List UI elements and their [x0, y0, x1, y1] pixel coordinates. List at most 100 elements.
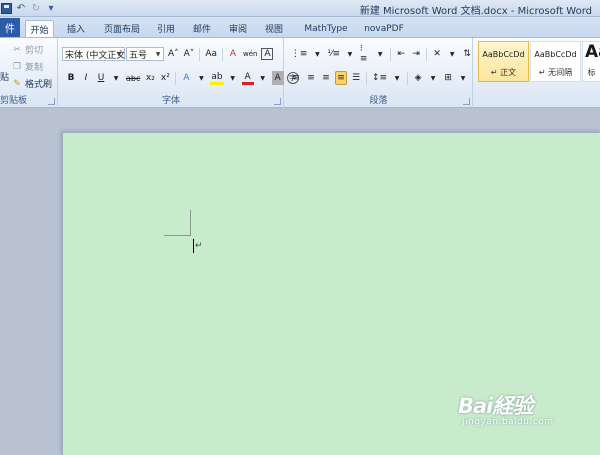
paragraph-row-2: ≡ ≡ ≡ ≡ ☰ ↕≡ ▼ ◈ ▼ ⊞ ▼: [290, 71, 469, 85]
cut-button[interactable]: ✂ 剪切: [12, 43, 44, 57]
brush-icon: ✎: [13, 78, 21, 89]
chinese-layout-icon[interactable]: ✕: [431, 47, 443, 61]
window-title: 新建 Microsoft Word 文档.docx - Microsoft Wo…: [359, 6, 592, 17]
watermark-logo: Bai経验: [458, 394, 533, 418]
style-sample: Aa: [585, 42, 600, 62]
bullets-icon[interactable]: ⋮≡: [290, 47, 308, 61]
chevron-down-icon[interactable]: ▼: [195, 71, 207, 85]
increase-indent-icon[interactable]: ⇥: [410, 47, 422, 61]
change-case-button[interactable]: Aa: [204, 47, 218, 61]
superscript-button[interactable]: x²: [159, 71, 171, 85]
text-effects-icon[interactable]: A: [180, 71, 192, 85]
format-painter-button[interactable]: ✎ 格式刷: [12, 77, 53, 91]
tab-mathtype[interactable]: MathType: [298, 20, 354, 37]
tab-mailings[interactable]: 邮件: [188, 20, 216, 37]
italic-button[interactable]: I: [80, 71, 92, 85]
quick-access-toolbar: ↶ ↻ ▾: [0, 1, 57, 16]
font-group-label: 字体: [161, 96, 180, 106]
redo-icon[interactable]: ↻: [30, 3, 42, 15]
chevron-down-icon[interactable]: ▼: [427, 71, 439, 85]
chevron-down-icon[interactable]: ▼: [227, 71, 239, 85]
paragraph-launcher-icon[interactable]: [463, 98, 470, 105]
font-group: 宋体 (中文正文 ▼ 五号 ▼ A˄ A˅ Aa A wén A B I U ▼…: [59, 38, 299, 108]
copy-button[interactable]: ❐ 复制: [12, 60, 44, 74]
shrink-font-icon[interactable]: A˅: [183, 47, 196, 61]
paste-label: 贴: [0, 73, 10, 83]
multilevel-list-icon[interactable]: ⁝≡: [359, 44, 371, 64]
paragraph-mark: ↵: [195, 241, 203, 251]
cut-label: 剪切: [25, 46, 44, 56]
tab-insert[interactable]: 插入: [62, 20, 90, 37]
align-left-icon[interactable]: ≡: [290, 71, 302, 85]
font-color-icon[interactable]: A: [241, 72, 254, 85]
font-size-combo[interactable]: 五号 ▼: [126, 47, 164, 61]
undo-icon[interactable]: ↶: [15, 3, 27, 15]
borders-icon[interactable]: ⊞: [442, 71, 454, 85]
tab-references[interactable]: 引用: [152, 20, 180, 37]
character-shading-icon[interactable]: A: [271, 71, 284, 85]
chevron-down-icon: ▼: [116, 50, 122, 58]
copy-label: 复制: [25, 63, 44, 73]
sort-icon[interactable]: ⇅: [461, 47, 473, 61]
font-row-2: B I U ▼ abc x₂ x² A ▼ ab ▼ A ▼ A 字: [65, 71, 299, 85]
margin-crop-mark: [190, 210, 191, 236]
font-launcher-icon[interactable]: [274, 98, 281, 105]
chevron-down-icon[interactable]: ▼: [391, 71, 403, 85]
phonetic-guide-icon[interactable]: wén: [242, 47, 258, 61]
tab-view[interactable]: 视图: [260, 20, 288, 37]
font-name-combo[interactable]: 宋体 (中文正文 ▼: [62, 47, 125, 61]
font-size-value: 五号: [129, 50, 148, 61]
save-icon[interactable]: [0, 3, 12, 15]
style-name: ↵ 无间隔: [538, 68, 573, 77]
tab-review[interactable]: 审阅: [224, 20, 252, 37]
chevron-down-icon[interactable]: ▼: [374, 47, 386, 61]
line-spacing-icon[interactable]: ↕≡: [371, 71, 388, 85]
style-no-spacing[interactable]: AaBbCcDd ↵ 无间隔: [530, 41, 581, 82]
tab-file[interactable]: 件: [0, 18, 20, 37]
chevron-down-icon[interactable]: ▼: [446, 47, 458, 61]
format-painter-label: 格式刷: [25, 80, 53, 90]
margin-crop-mark: [164, 235, 191, 236]
clear-format-icon[interactable]: A: [227, 47, 239, 61]
baidu-watermark: Bai経验 jingyan.baidu.com: [458, 390, 553, 427]
numbering-icon[interactable]: ⅟≡: [326, 47, 341, 61]
style-sample: AaBbCcDd: [482, 50, 525, 59]
clipboard-launcher-icon[interactable]: [48, 98, 55, 105]
underline-button[interactable]: U: [95, 71, 107, 85]
decrease-indent-icon[interactable]: ⇤: [395, 47, 407, 61]
tab-page-layout[interactable]: 页面布局: [100, 20, 144, 37]
tab-home[interactable]: 开始: [25, 20, 54, 37]
chevron-down-icon[interactable]: ▼: [457, 71, 469, 85]
chevron-down-icon[interactable]: ▼: [110, 71, 122, 85]
align-center-icon[interactable]: ≡: [305, 71, 317, 85]
subscript-button[interactable]: x₂: [144, 71, 156, 85]
customize-qat-icon[interactable]: ▾: [45, 3, 57, 15]
align-justify-icon[interactable]: ≡: [335, 71, 347, 85]
distributed-icon[interactable]: ☰: [350, 71, 362, 85]
divider: [407, 71, 409, 85]
divider: [222, 47, 224, 61]
grow-font-icon[interactable]: A˄: [167, 47, 180, 61]
paste-button[interactable]: 贴: [0, 70, 9, 83]
style-name: ↵ 正文: [490, 68, 517, 77]
text-cursor: [193, 239, 194, 253]
style-heading[interactable]: Aa 标: [582, 41, 600, 82]
ribbon-tabs: 件 开始 插入 页面布局 引用 邮件 审阅 视图 MathType novaPD…: [0, 17, 600, 37]
bold-button[interactable]: B: [65, 71, 77, 85]
paragraph-group-label: 段落: [369, 96, 388, 106]
style-normal[interactable]: AaBbCcDd ↵ 正文: [478, 41, 529, 82]
strikethrough-button[interactable]: abc: [125, 71, 141, 85]
divider: [366, 71, 367, 85]
divider: [426, 47, 428, 61]
align-right-icon[interactable]: ≡: [320, 71, 332, 85]
chevron-down-icon[interactable]: ▼: [257, 71, 269, 85]
shading-bucket-icon[interactable]: ◈: [412, 71, 424, 85]
chevron-down-icon[interactable]: ▼: [311, 47, 323, 61]
highlight-icon[interactable]: ab: [210, 72, 224, 85]
scissors-icon: ✂: [13, 44, 21, 55]
character-border-icon[interactable]: A: [261, 48, 274, 60]
chevron-down-icon[interactable]: ▼: [344, 47, 356, 61]
copy-icon: ❐: [12, 61, 22, 72]
tab-novapdf[interactable]: novaPDF: [362, 20, 406, 37]
style-sample: AaBbCcDd: [534, 50, 577, 59]
